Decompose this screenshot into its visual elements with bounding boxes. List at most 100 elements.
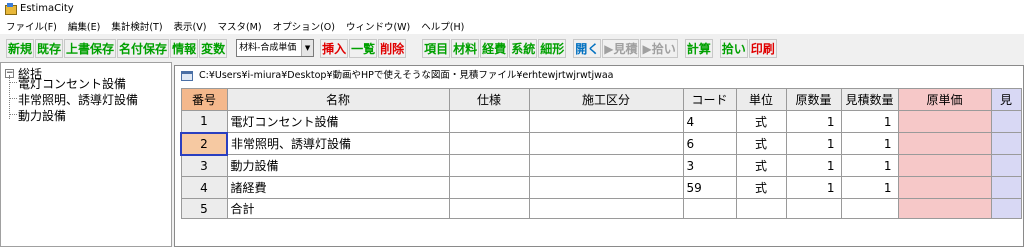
tree-item-emergency[interactable]: 非常照明、誘導灯設備 [18, 91, 138, 108]
cell-estimate[interactable] [990, 176, 1022, 199]
cell-code[interactable]: 59 [682, 176, 737, 199]
cell-no-selected[interactable]: 2 [180, 131, 228, 156]
cell-estimate[interactable] [990, 110, 1022, 133]
pickup2-button[interactable]: 拾い [719, 38, 748, 58]
cell-no[interactable]: 4 [180, 176, 228, 199]
header-name[interactable]: 名称 [226, 88, 450, 111]
named-save-button[interactable]: 名付保存 [117, 38, 170, 58]
system-button[interactable]: 系統 [509, 38, 538, 58]
cell-spec[interactable] [448, 132, 530, 155]
cell-unit[interactable]: 式 [735, 110, 787, 133]
menu-master[interactable]: マスタ(M) [211, 19, 266, 33]
cell-division[interactable] [528, 110, 684, 133]
cell-name[interactable]: 電灯コンセント設備 [226, 110, 450, 133]
cell-name[interactable]: 非常照明、誘導灯設備 [226, 132, 450, 155]
header-unit-price[interactable]: 原単価 [897, 88, 992, 111]
cell-spec[interactable] [448, 110, 530, 133]
tree-item-power[interactable]: 動力設備 [18, 107, 66, 124]
existing-button[interactable]: 既存 [35, 38, 64, 58]
header-no[interactable]: 番号 [180, 88, 228, 111]
cell-division[interactable] [528, 176, 684, 199]
cell-division[interactable] [528, 198, 684, 219]
open-button[interactable]: 開く [573, 38, 602, 58]
table-row[interactable]: 1 電灯コンセント設備 4 式 1 1 [180, 110, 1022, 133]
cell-spec[interactable] [448, 198, 530, 219]
cell-unit[interactable]: 式 [735, 176, 787, 199]
cell-code[interactable] [682, 198, 737, 219]
cell-orig-qty[interactable]: 1 [785, 176, 842, 199]
header-orig-qty[interactable]: 原数量 [785, 88, 842, 111]
header-estimate[interactable]: 見 [990, 88, 1022, 111]
item-button[interactable]: 項目 [422, 38, 451, 58]
cell-unit-price[interactable] [897, 176, 992, 199]
cell-unit-price[interactable] [897, 154, 992, 177]
cell-est-qty[interactable]: 1 [840, 110, 899, 133]
header-division[interactable]: 施工区分 [528, 88, 684, 111]
material-button[interactable]: 材料 [451, 38, 480, 58]
menu-view[interactable]: 表示(V) [168, 19, 212, 33]
cell-est-qty[interactable]: 1 [840, 176, 899, 199]
expense-button[interactable]: 経費 [480, 38, 509, 58]
cell-code[interactable]: 4 [682, 110, 737, 133]
cell-division[interactable] [528, 154, 684, 177]
cell-no[interactable]: 1 [180, 110, 228, 133]
cell-name[interactable]: 諸経費 [226, 176, 450, 199]
cell-est-qty[interactable]: 1 [840, 154, 899, 177]
cell-code[interactable]: 3 [682, 154, 737, 177]
cell-spec[interactable] [448, 154, 530, 177]
cell-est-qty[interactable]: 1 [840, 132, 899, 155]
cell-division[interactable] [528, 132, 684, 155]
list-button[interactable]: 一覧 [349, 38, 378, 58]
cell-code[interactable]: 6 [682, 132, 737, 155]
cell-unit[interactable]: 式 [735, 154, 787, 177]
cell-estimate[interactable] [990, 154, 1022, 177]
pickup-button[interactable]: ▶拾い [640, 38, 678, 58]
table-row[interactable]: 2 非常照明、誘導灯設備 6 式 1 1 [180, 131, 1022, 156]
cell-unit[interactable]: 式 [735, 132, 787, 155]
cell-spec[interactable] [448, 176, 530, 199]
chevron-down-icon[interactable]: ▼ [301, 40, 314, 56]
menu-window[interactable]: ウィンドウ(W) [340, 19, 415, 33]
cell-orig-qty[interactable]: 1 [785, 154, 842, 177]
cell-name[interactable]: 動力設備 [226, 154, 450, 177]
table-row[interactable]: 5 合計 [180, 198, 1022, 219]
cell-orig-qty[interactable]: 1 [785, 132, 842, 155]
app-logo-icon [4, 2, 17, 15]
overwrite-save-button[interactable]: 上書保存 [64, 38, 117, 58]
toolbar: 新規 既存 上書保存 名付保存 情報 変数 材料-合成単価 ▼ 挿入 一覧 削除… [0, 36, 1024, 60]
cell-no[interactable]: 3 [180, 154, 228, 177]
breakdown-button[interactable]: 細形 [538, 38, 567, 58]
unit-price-select[interactable]: 材料-合成単価 ▼ [236, 39, 315, 57]
cell-unit-price[interactable] [897, 198, 992, 219]
insert-button[interactable]: 挿入 [320, 38, 349, 58]
menu-options[interactable]: オプション(O) [267, 19, 340, 33]
cell-orig-qty[interactable]: 1 [785, 110, 842, 133]
table-row[interactable]: 3 動力設備 3 式 1 1 [180, 154, 1022, 177]
cell-unit[interactable] [735, 198, 787, 219]
cell-no[interactable]: 5 [180, 198, 228, 219]
cell-orig-qty[interactable] [785, 198, 842, 219]
calc-button[interactable]: 計算 [684, 38, 713, 58]
header-est-qty[interactable]: 見積数量 [840, 88, 899, 111]
cell-unit-price[interactable] [897, 132, 992, 155]
cell-estimate[interactable] [990, 198, 1022, 219]
delete-button[interactable]: 削除 [378, 38, 407, 58]
new-button[interactable]: 新規 [6, 38, 35, 58]
cell-estimate[interactable] [990, 132, 1022, 155]
estimate-button[interactable]: ▶見積 [602, 38, 640, 58]
menu-edit[interactable]: 編集(E) [62, 19, 105, 33]
print-button[interactable]: 印刷 [748, 38, 777, 58]
menu-help[interactable]: ヘルプ(H) [415, 19, 469, 33]
cell-est-qty[interactable] [840, 198, 899, 219]
header-unit[interactable]: 単位 [735, 88, 787, 111]
cell-unit-price[interactable] [897, 110, 992, 133]
menu-file[interactable]: ファイル(F) [0, 19, 62, 33]
header-spec[interactable]: 仕様 [448, 88, 530, 111]
variables-button[interactable]: 変数 [199, 38, 228, 58]
info-button[interactable]: 情報 [170, 38, 199, 58]
cell-name[interactable]: 合計 [226, 198, 450, 219]
header-code[interactable]: コード [682, 88, 737, 111]
menu-totals[interactable]: 集計検討(T) [105, 19, 167, 33]
tree-item-lighting[interactable]: 電灯コンセント設備 [18, 75, 126, 92]
table-row[interactable]: 4 諸経費 59 式 1 1 [180, 176, 1022, 199]
